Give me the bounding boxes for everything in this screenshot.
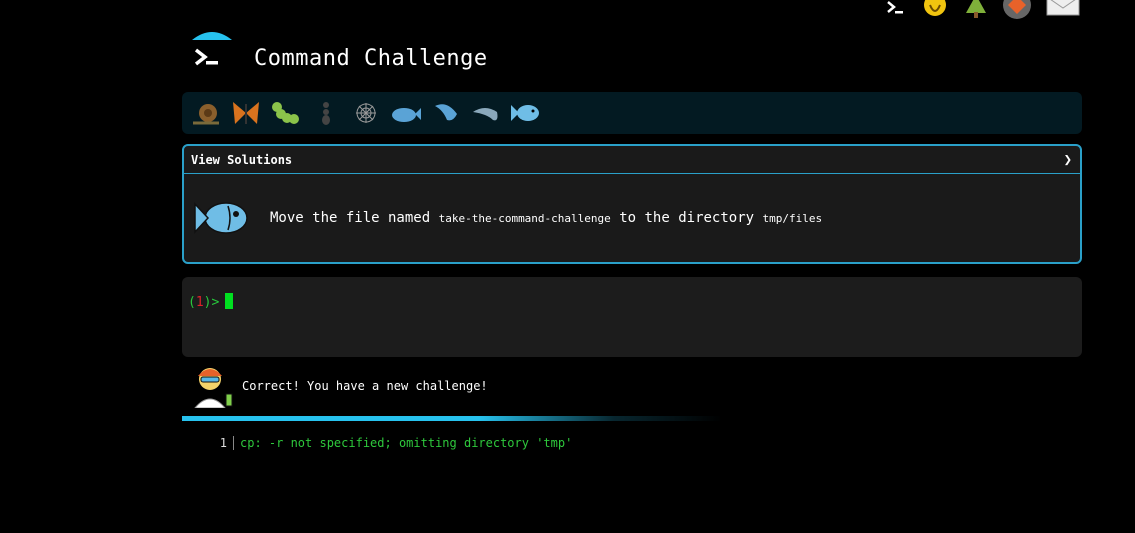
challenge-file: take-the-command-challenge bbox=[438, 212, 611, 225]
prompt-close: )> bbox=[203, 295, 220, 310]
terminal-input[interactable]: (1)> bbox=[182, 277, 1082, 357]
level-7[interactable] bbox=[430, 98, 461, 129]
whale-icon bbox=[391, 108, 421, 122]
view-solutions-toggle[interactable]: View Solutions ❯ bbox=[184, 146, 1080, 174]
butterfly-icon bbox=[232, 102, 259, 124]
app-logo[interactable] bbox=[190, 30, 234, 74]
level-6[interactable] bbox=[390, 98, 421, 129]
level-2[interactable] bbox=[230, 98, 261, 129]
page-title: Command Challenge bbox=[254, 46, 488, 71]
level-5[interactable] bbox=[350, 98, 381, 129]
feedback: Correct! You have a new challenge! bbox=[192, 364, 488, 408]
ant-icon bbox=[321, 102, 330, 125]
progress-bar bbox=[182, 416, 722, 421]
feedback-message: Correct! You have a new challenge! bbox=[242, 379, 488, 393]
terminal-icon[interactable] bbox=[884, 0, 906, 22]
envelope-icon[interactable] bbox=[1046, 0, 1080, 22]
level-4[interactable] bbox=[310, 98, 341, 129]
dolphin-2-icon bbox=[472, 108, 497, 121]
challenge-text: Move the file named take-the-command-cha… bbox=[270, 210, 822, 226]
fox-icon[interactable] bbox=[1002, 0, 1032, 24]
prompt-number: 1 bbox=[195, 295, 204, 310]
chevron-right-icon: ❯ bbox=[1063, 151, 1072, 168]
challenge-body: Move the file named take-the-command-cha… bbox=[184, 174, 1080, 262]
fish-icon bbox=[510, 105, 539, 121]
challenge-prefix: Move the file named bbox=[270, 210, 431, 226]
line-number: 1 bbox=[182, 436, 234, 450]
caterpillar-icon bbox=[271, 102, 299, 124]
challenge-middle: to the directory bbox=[619, 210, 755, 226]
snail-icon bbox=[192, 104, 219, 125]
level-3[interactable] bbox=[270, 98, 301, 129]
scientist-avatar-icon bbox=[194, 368, 233, 408]
prompt-open: ( bbox=[188, 295, 196, 310]
view-solutions-label: View Solutions bbox=[191, 152, 293, 167]
fish-icon bbox=[194, 202, 248, 234]
output-text: cp: -r not specified; omitting directory… bbox=[240, 436, 573, 450]
level-9[interactable] bbox=[510, 98, 541, 129]
challenge-panel: View Solutions ❯ Move the file named tak… bbox=[182, 144, 1082, 264]
level-bar bbox=[182, 92, 1082, 134]
lightbulb-hand-icon[interactable] bbox=[920, 0, 950, 23]
terminal-cursor bbox=[225, 293, 234, 309]
top-icons bbox=[884, 0, 1080, 24]
spiderweb-icon bbox=[355, 103, 376, 123]
output-line: 1 cp: -r not specified; omitting directo… bbox=[182, 436, 572, 450]
challenge-dir: tmp/files bbox=[762, 212, 823, 225]
tree-icon[interactable] bbox=[964, 0, 988, 23]
level-1[interactable] bbox=[190, 98, 221, 129]
level-8[interactable] bbox=[470, 98, 501, 129]
dolphin-icon bbox=[434, 104, 457, 121]
